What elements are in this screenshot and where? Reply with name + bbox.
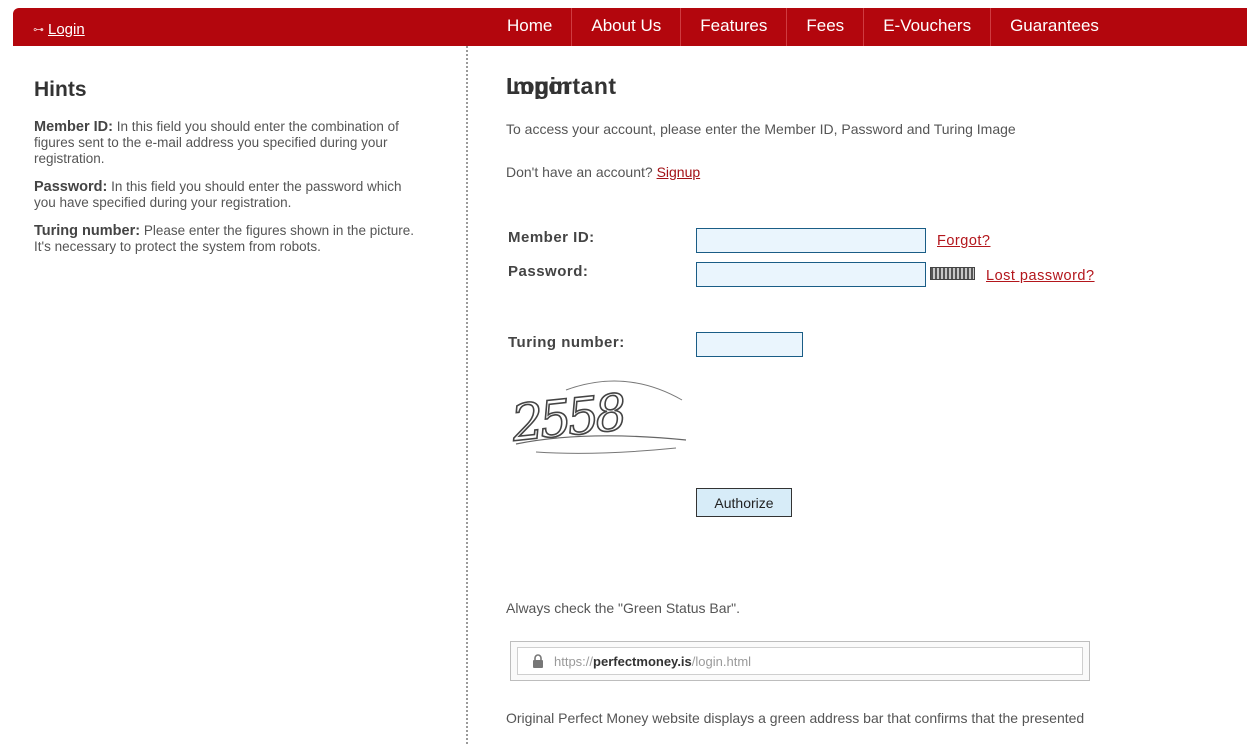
signup-prompt: Don't have an account? Signup — [506, 164, 700, 180]
lost-password-link[interactable]: Lost password? — [986, 268, 1095, 284]
url-path: /login.html — [691, 653, 752, 669]
password-input[interactable] — [696, 262, 926, 287]
hint-password: Password: In this field you should enter… — [34, 179, 414, 211]
password-label: Password: — [508, 263, 589, 280]
important-title: Important — [506, 73, 617, 99]
hints-panel: Hints Member ID: In this field you shoul… — [34, 78, 414, 267]
key-icon: ⊶ — [33, 23, 44, 36]
login-link-wrap: ⊶ Login — [33, 19, 85, 39]
captcha-image: 2558 — [507, 380, 687, 454]
address-bar-field: https://perfectmoney.is/login.html — [517, 647, 1083, 675]
column-divider — [466, 46, 468, 744]
url-scheme: https:// — [554, 653, 594, 669]
hint-member-id-term: Member ID: — [34, 119, 113, 135]
url-domain: perfectmoney.is — [593, 653, 692, 669]
hint-turing: Turing number: Please enter the figures … — [34, 223, 414, 255]
forgot-link[interactable]: Forgot? — [937, 233, 990, 249]
hints-title: Hints — [34, 78, 87, 101]
no-account-text: Don't have an account? — [506, 164, 653, 180]
login-section: Login To access your account, please ent… — [506, 0, 1247, 744]
turing-number-input[interactable] — [696, 332, 803, 357]
hint-member-id: Member ID: In this field you should ente… — [34, 119, 414, 167]
login-link[interactable]: Login — [48, 21, 85, 38]
signup-link[interactable]: Signup — [657, 164, 701, 180]
authorize-button[interactable]: Authorize — [696, 488, 792, 517]
hint-password-term: Password: — [34, 179, 108, 195]
green-bar-note: Always check the "Green Status Bar". — [506, 600, 741, 616]
address-url: https://perfectmoney.is/login.html — [554, 654, 751, 669]
captcha-noise-line — [535, 447, 677, 454]
original-site-note: Original Perfect Money website displays … — [506, 710, 1085, 726]
login-intro: To access your account, please enter the… — [506, 121, 1016, 137]
turing-number-label: Turing number: — [508, 334, 625, 351]
lock-icon — [532, 654, 544, 668]
member-id-input[interactable] — [696, 228, 926, 253]
example-address-bar: https://perfectmoney.is/login.html — [510, 641, 1090, 681]
member-id-label: Member ID: — [508, 229, 595, 246]
hint-turing-term: Turing number: — [34, 223, 141, 239]
virtual-keyboard-icon[interactable] — [930, 267, 975, 280]
